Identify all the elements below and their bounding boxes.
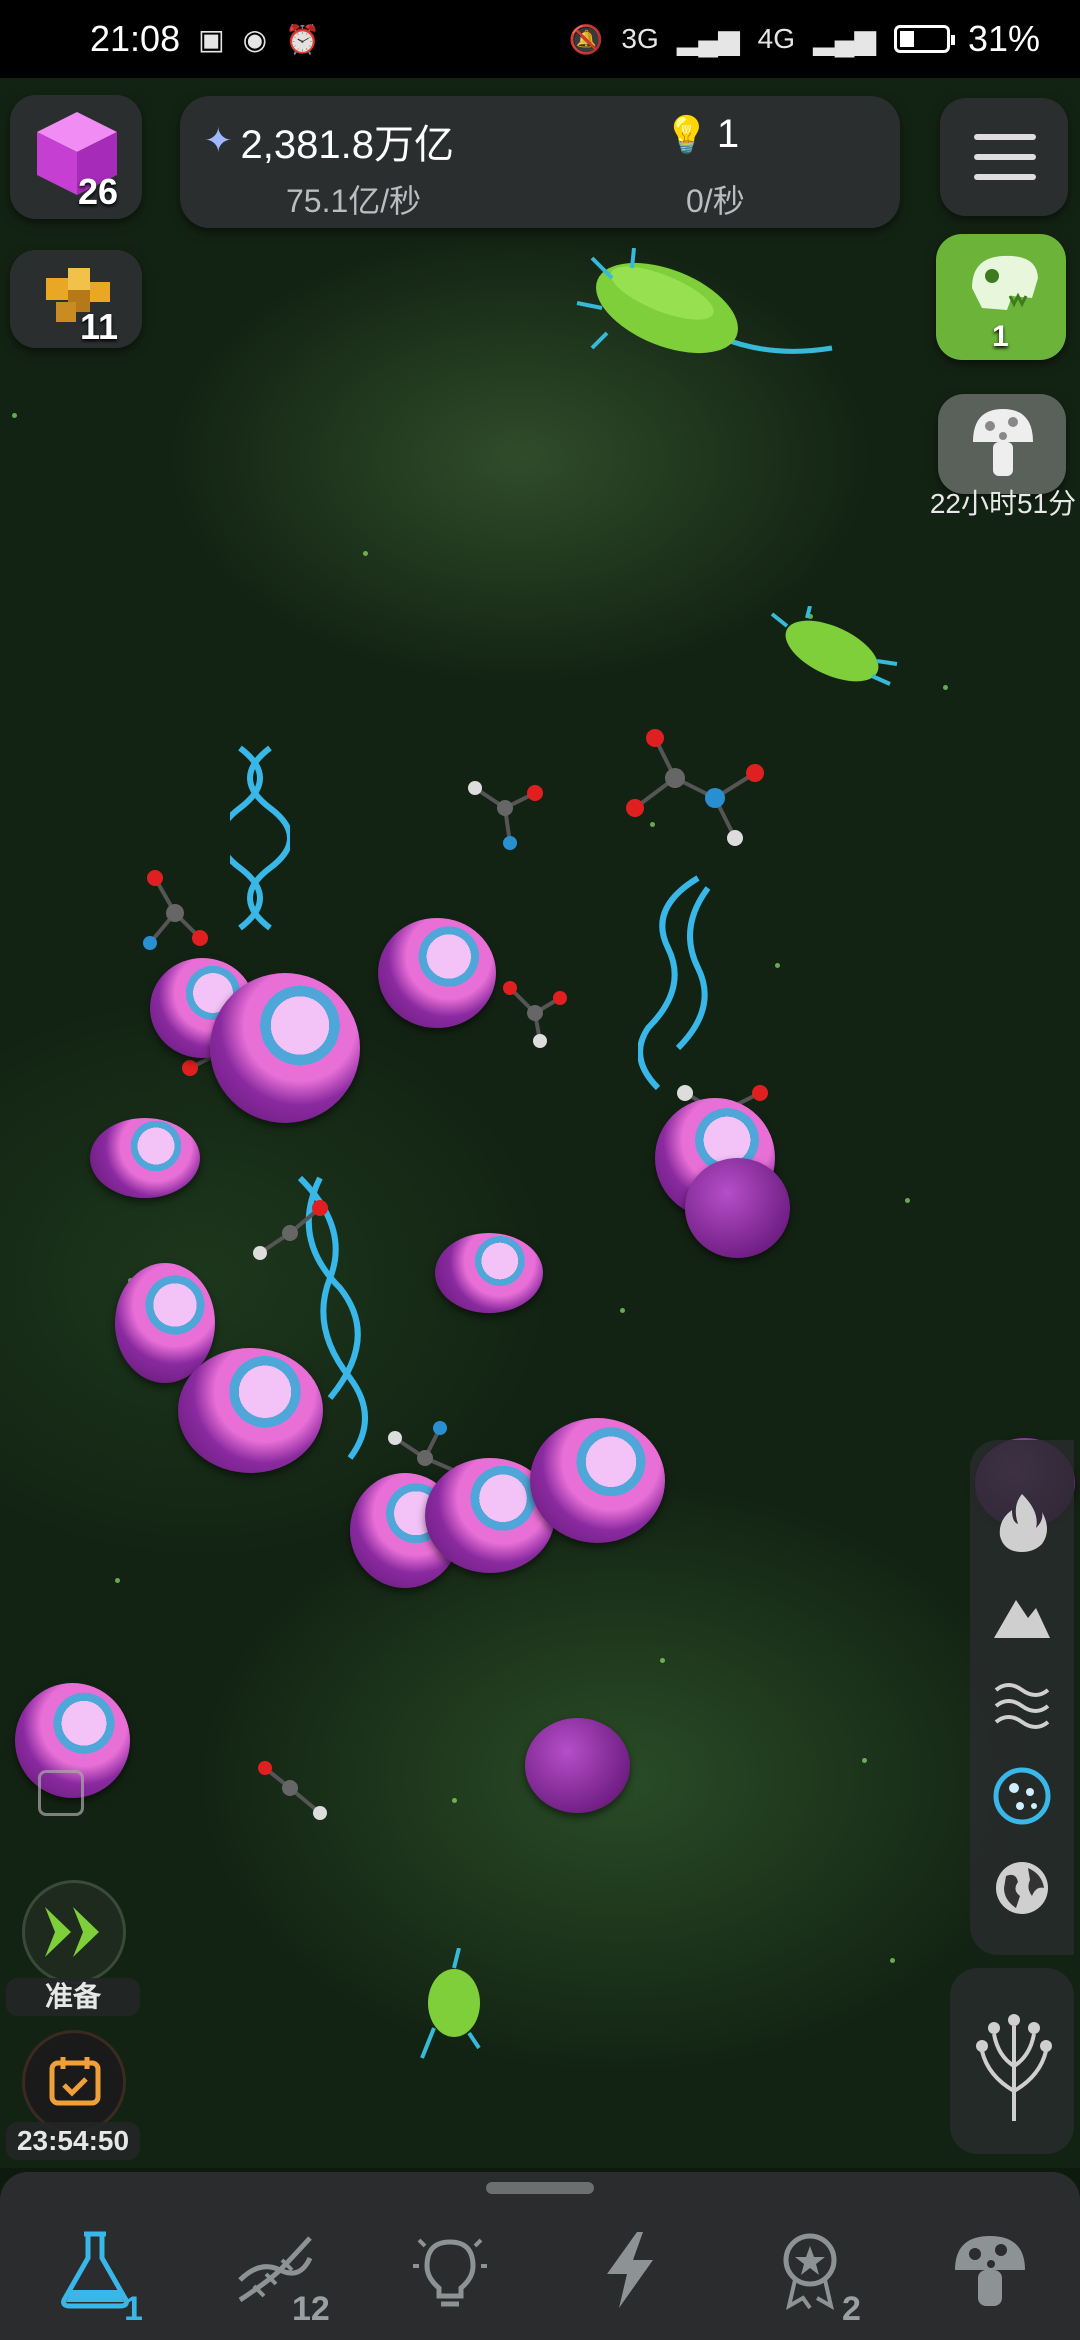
molecule[interactable] (255, 1748, 335, 1828)
camera-icon[interactable] (38, 1770, 84, 1816)
cube-button[interactable]: 26 (10, 95, 142, 219)
cell[interactable] (210, 973, 360, 1123)
bottom-navigation (0, 2172, 1080, 2340)
cell[interactable] (685, 1158, 790, 1258)
gold-button[interactable]: 11 (10, 250, 142, 348)
sparkle (115, 1578, 120, 1583)
battery-icon (893, 25, 955, 53)
water-icon[interactable] (990, 1672, 1054, 1736)
tab-dna-count: 12 (292, 2290, 330, 2328)
signal-3g: 3G (621, 23, 659, 54)
fire-icon[interactable] (990, 1490, 1054, 1554)
sparkle (943, 685, 948, 690)
signal-bars-icon-2: ▂▄▆ (813, 23, 876, 55)
sparkle (905, 1198, 910, 1203)
cell[interactable] (435, 1233, 543, 1313)
menu-button[interactable] (940, 98, 1068, 216)
tab-lightbulb[interactable] (405, 2230, 495, 2310)
bacterium[interactable] (572, 248, 842, 398)
signal-4g: 4G (757, 23, 796, 54)
mushroom-button[interactable] (938, 394, 1066, 494)
cell[interactable] (525, 1718, 630, 1813)
sparkle (452, 1798, 457, 1803)
idea-rate: 0/秒 (686, 183, 745, 219)
tab-mushroom[interactable] (945, 2230, 1035, 2310)
tab-flask-count: 1 (124, 2290, 143, 2328)
drawer-handle[interactable] (486, 2182, 594, 2194)
sparkle (12, 413, 17, 418)
bacterium[interactable] (414, 1948, 494, 2068)
event-timer: 23:54:50 (6, 2122, 140, 2160)
cell[interactable] (90, 1118, 200, 1198)
dinosaur-skull-icon (972, 255, 1038, 310)
alarm-icon: ⏰ (285, 23, 320, 55)
sparkle (862, 1758, 867, 1763)
primary-amount: 2,381.8万亿 (240, 123, 454, 167)
mushroom-timer: 22小时51分 (929, 488, 1077, 519)
sparkle (775, 963, 780, 968)
hamburger-icon (974, 134, 1036, 180)
boost-button[interactable] (22, 1880, 126, 1984)
dna-strand[interactable] (230, 738, 290, 938)
dino-button[interactable]: 1 (936, 234, 1066, 360)
mute-icon: 🔕 (568, 23, 604, 55)
fast-forward-icon (45, 1907, 99, 1957)
status-bar: 21:08 ▣ ◉ ⏰ 🔕 3G ▂▄▆ 4G ▂▄▆ 31% (0, 0, 1080, 78)
globe-icon[interactable] (990, 1856, 1054, 1920)
battery-percent: 31% (967, 18, 1040, 59)
energy-icon: ✦ (204, 122, 233, 160)
event-button[interactable] (22, 2030, 126, 2134)
signal-bars-icon: ▂▄▆ (676, 23, 740, 55)
tree-icon (976, 2014, 1052, 2121)
molecule[interactable] (130, 858, 220, 968)
bacterium[interactable] (762, 606, 902, 696)
cell[interactable] (378, 918, 496, 1028)
eye-icon: ◉ (242, 23, 267, 55)
tab-lightning[interactable] (585, 2230, 675, 2310)
molecule[interactable] (245, 1193, 335, 1273)
calendar-check-icon (49, 2057, 101, 2106)
sparkle (620, 1308, 625, 1313)
resource-bar: ✦ 2,381.8万亿 75.1亿/秒 💡 1 0/秒 (180, 96, 900, 228)
tab-medal-count: 2 (842, 2290, 861, 2328)
molecule[interactable] (605, 718, 795, 868)
evolution-tree-button[interactable] (950, 1968, 1074, 2154)
boost-label: 准备 (6, 1978, 140, 2016)
cell[interactable] (530, 1418, 665, 1543)
sparkle (363, 551, 368, 556)
molecule[interactable] (455, 768, 555, 858)
mountain-icon[interactable] (990, 1582, 1054, 1646)
cube-count: 26 (78, 171, 119, 212)
sparkle (890, 1958, 895, 1963)
idea-amount: 1 (716, 112, 740, 156)
lightbulb-icon: 💡 (664, 113, 709, 155)
dino-count: 1 (992, 320, 1009, 353)
mushroom-icon (973, 409, 1033, 476)
molecule[interactable] (495, 973, 575, 1053)
status-time: 21:08 (90, 18, 181, 59)
primary-rate: 75.1亿/秒 (286, 183, 422, 219)
cell[interactable] (178, 1348, 323, 1473)
sparkle (660, 1658, 665, 1663)
app-notification-icon: ▣ (198, 23, 225, 55)
gold-count: 11 (80, 306, 119, 347)
cell-icon[interactable] (990, 1764, 1054, 1828)
game-canvas[interactable] (0, 78, 1080, 2168)
